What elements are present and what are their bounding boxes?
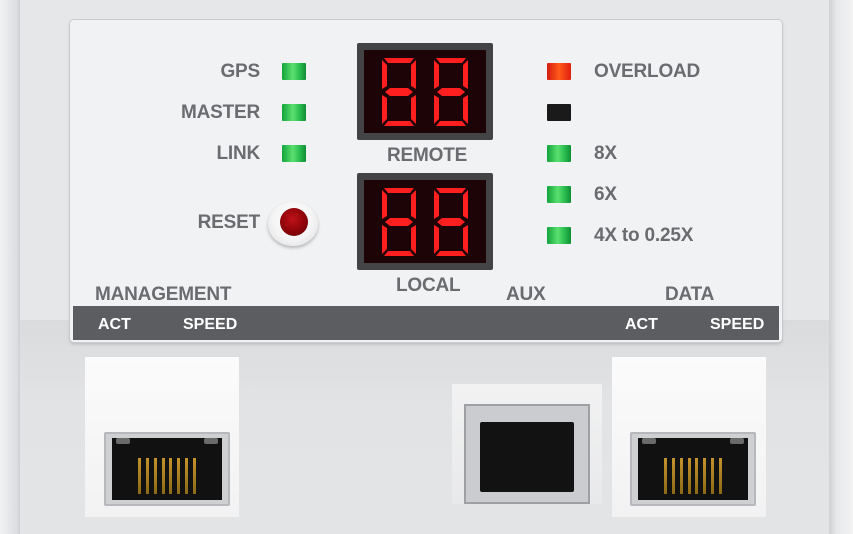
rate-6x-label: 6X bbox=[594, 184, 617, 205]
segment-c bbox=[411, 225, 416, 254]
aux-port[interactable] bbox=[464, 404, 590, 504]
management-port-pins bbox=[138, 458, 196, 494]
mgmt-act-light bbox=[116, 438, 130, 444]
data-act-light bbox=[642, 438, 656, 444]
data-label: DATA bbox=[665, 284, 715, 305]
data-speed-light bbox=[730, 438, 744, 444]
aux-label: AUX bbox=[506, 284, 546, 305]
chassis-right-edge bbox=[829, 0, 853, 534]
segment-c bbox=[411, 95, 416, 124]
segment-d bbox=[384, 251, 414, 256]
management-port-socket bbox=[112, 438, 222, 500]
mgmt-speed-label: SPEED bbox=[183, 316, 238, 333]
segment-a bbox=[384, 58, 414, 63]
segment-e bbox=[382, 225, 387, 254]
data-port[interactable] bbox=[630, 432, 756, 506]
local-digits bbox=[382, 188, 468, 256]
reset-label: RESET bbox=[197, 212, 261, 233]
segment-e bbox=[382, 95, 387, 124]
segment-a bbox=[436, 188, 466, 193]
segment-d bbox=[384, 121, 414, 126]
mgmt-act-label: ACT bbox=[98, 316, 131, 333]
segment-b bbox=[463, 190, 468, 219]
mgmt-speed-light bbox=[204, 438, 218, 444]
rate-8x-label: 8X bbox=[594, 143, 617, 164]
remote-label: REMOTE bbox=[387, 145, 468, 166]
blank-led bbox=[547, 104, 571, 121]
data-speed-label: SPEED bbox=[710, 316, 765, 333]
aux-port-socket bbox=[480, 422, 574, 492]
segment-f bbox=[434, 190, 439, 219]
management-port[interactable] bbox=[104, 432, 230, 506]
segment-c bbox=[463, 95, 468, 124]
link-label: LINK bbox=[216, 143, 260, 164]
segment-b bbox=[411, 190, 416, 219]
segment-c bbox=[463, 225, 468, 254]
local-label: LOCAL bbox=[396, 275, 461, 296]
segment-a bbox=[436, 58, 466, 63]
segment-b bbox=[411, 60, 416, 89]
overload-label: OVERLOAD bbox=[594, 61, 701, 82]
rate-8x-led bbox=[547, 145, 571, 162]
segment-g bbox=[385, 218, 413, 226]
segment-g bbox=[385, 88, 413, 96]
remote-seven-segment-display bbox=[357, 43, 493, 140]
gps-label: GPS bbox=[220, 61, 260, 82]
reset-button[interactable] bbox=[268, 202, 318, 246]
segment-e bbox=[434, 95, 439, 124]
segment-d bbox=[436, 121, 466, 126]
local-seven-segment-display bbox=[357, 173, 493, 270]
port-status-bar bbox=[73, 306, 779, 340]
master-led bbox=[282, 104, 306, 121]
remote-digits bbox=[382, 58, 468, 126]
data-act-label: ACT bbox=[625, 316, 658, 333]
link-led bbox=[282, 145, 306, 162]
chassis-left-edge bbox=[0, 0, 20, 534]
master-label: MASTER bbox=[180, 102, 260, 123]
reset-button-cap bbox=[280, 208, 308, 236]
rate-4x-led bbox=[547, 227, 571, 244]
segment-g bbox=[437, 218, 465, 226]
management-label: MANAGEMENT bbox=[95, 284, 232, 305]
segment-f bbox=[382, 60, 387, 89]
segment-f bbox=[382, 190, 387, 219]
segment-g bbox=[437, 88, 465, 96]
segment-b bbox=[463, 60, 468, 89]
overload-led bbox=[547, 63, 571, 80]
segment-a bbox=[384, 188, 414, 193]
segment-e bbox=[434, 225, 439, 254]
gps-led bbox=[282, 63, 306, 80]
data-port-socket bbox=[638, 438, 748, 500]
segment-d bbox=[436, 251, 466, 256]
rate-4x-label: 4X to 0.25X bbox=[594, 225, 694, 246]
data-port-pins bbox=[664, 458, 722, 494]
rate-6x-led bbox=[547, 186, 571, 203]
segment-f bbox=[434, 60, 439, 89]
